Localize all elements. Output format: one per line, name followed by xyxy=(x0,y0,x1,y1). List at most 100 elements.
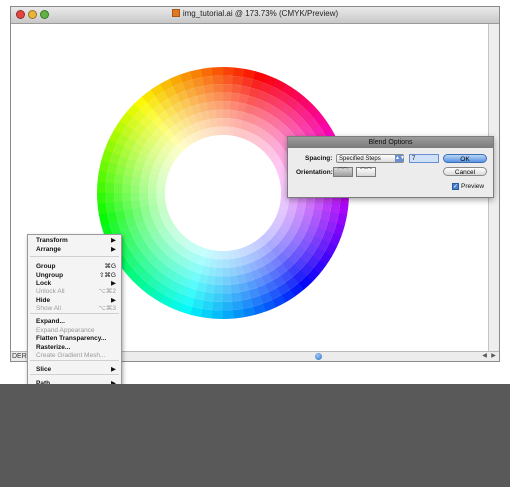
menu-item-shortcut: ⌘G xyxy=(104,263,116,270)
align-to-page-icon[interactable]: ⁀⁀ xyxy=(333,167,353,177)
window-title: img_tutorial.ai @ 173.73% (CMYK/Preview) xyxy=(11,9,499,18)
menu-item-slice[interactable]: Slice ▶ xyxy=(28,365,121,374)
color-wheel-segment xyxy=(208,109,217,120)
title-bar[interactable]: img_tutorial.ai @ 173.73% (CMYK/Preview) xyxy=(11,7,499,24)
color-wheel-segment xyxy=(215,267,223,277)
color-wheel-center xyxy=(165,135,281,251)
scroll-right-arrow-icon[interactable]: ▶ xyxy=(489,352,498,361)
footer-band xyxy=(0,384,510,487)
color-wheel-segment xyxy=(215,109,224,119)
menu-item-label: Unlock All xyxy=(36,288,65,295)
color-wheel-segment xyxy=(213,293,223,302)
menu-item-label: Slice xyxy=(36,366,52,373)
ok-button[interactable]: OK xyxy=(443,154,487,163)
color-wheel-segment xyxy=(222,310,234,319)
color-wheel-segment xyxy=(222,250,229,260)
color-wheel-segment xyxy=(223,67,235,76)
color-wheel-segment xyxy=(202,75,214,86)
window-title-text: img_tutorial.ai @ 173.73% (CMYK/Preview) xyxy=(182,9,339,18)
color-wheel-segment xyxy=(205,92,216,103)
color-wheel-segment xyxy=(229,275,239,285)
spacing-select[interactable]: Specified Steps ▲▼ xyxy=(336,154,405,163)
color-wheel-segment xyxy=(114,201,125,212)
menu-item-label: Group xyxy=(36,263,56,270)
color-wheel-segment xyxy=(207,101,217,111)
menu-separator xyxy=(30,256,119,257)
menu-item-create-gradient-mesh: Create Gradient Mesh... xyxy=(28,351,121,360)
color-wheel-segment xyxy=(231,291,242,302)
color-wheel-segment xyxy=(97,181,106,193)
document-icon xyxy=(171,9,180,17)
color-wheel-segment xyxy=(122,192,132,202)
color-wheel-segment xyxy=(217,126,224,136)
color-wheel-segment xyxy=(223,101,232,110)
color-wheel-segment xyxy=(213,84,224,93)
menu-item-label: Expand... xyxy=(36,318,65,325)
color-wheel-segment xyxy=(156,186,166,193)
color-wheel-segment xyxy=(223,84,233,93)
menu-separator xyxy=(30,374,119,375)
submenu-arrow-icon: ▶ xyxy=(111,237,116,244)
spacing-select-value: Specified Steps xyxy=(339,156,381,162)
menu-item-arrange[interactable]: Arrange ▶ xyxy=(28,245,121,254)
menu-item-unlock-all: Unlock All ⌥⌘2 xyxy=(28,287,121,296)
menu-item-group[interactable]: Group ⌘G xyxy=(28,262,121,271)
color-wheel-segment xyxy=(202,300,214,311)
color-wheel-segment xyxy=(201,67,214,78)
color-wheel-segment xyxy=(216,250,223,260)
menu-item-transform[interactable]: Transform ▶ xyxy=(28,236,121,245)
cancel-button[interactable]: Cancel xyxy=(443,167,487,176)
color-wheel-segment xyxy=(212,67,224,76)
menu-item-expand[interactable]: Expand... xyxy=(28,317,121,326)
color-wheel-segment xyxy=(122,183,132,193)
color-wheel-segment xyxy=(230,283,241,294)
color-wheel-segment xyxy=(232,308,245,319)
color-wheel-segment xyxy=(222,267,231,277)
color-wheel-segment xyxy=(330,202,341,214)
menu-item-label: Flatten Transparency... xyxy=(36,335,107,342)
color-wheel-segment xyxy=(222,293,233,302)
scroll-left-arrow-icon[interactable]: ◀ xyxy=(480,352,489,361)
color-wheel-segment xyxy=(222,259,230,268)
preview-label: Preview xyxy=(461,183,485,190)
menu-item-flatten-transparency[interactable]: Flatten Transparency... xyxy=(28,334,121,343)
color-wheel-segment xyxy=(204,84,215,95)
dialog-title: Blend Options xyxy=(288,137,493,148)
menu-item-label: Rasterize... xyxy=(36,344,71,351)
color-wheel-segment xyxy=(156,192,166,199)
color-wheel-segment xyxy=(139,192,149,201)
orientation-label: Orientation: xyxy=(296,169,333,176)
menu-item-label: Hide xyxy=(36,297,51,304)
menu-item-label: Lock xyxy=(36,280,52,287)
color-wheel-segment xyxy=(148,192,157,200)
color-wheel-segment xyxy=(122,200,133,211)
menu-item-label: Arrange xyxy=(36,246,61,253)
color-wheel-segment xyxy=(338,203,349,216)
menu-item-label: Create Gradient Mesh... xyxy=(36,352,106,359)
color-wheel-segment xyxy=(113,192,123,203)
color-wheel-segment xyxy=(97,192,106,204)
color-wheel-segment xyxy=(105,202,116,214)
color-wheel-segment xyxy=(139,199,150,208)
color-wheel-segment xyxy=(105,172,116,184)
color-wheel-segment xyxy=(222,284,232,294)
scrollbar-thumb[interactable] xyxy=(315,353,322,360)
color-wheel-segment xyxy=(223,109,231,119)
color-wheel-segment xyxy=(105,192,115,204)
menu-item-label: Ungroup xyxy=(36,272,64,279)
menu-item-show-all: Show All ⌥⌘3 xyxy=(28,304,121,313)
menu-item-label: Show All xyxy=(36,305,61,312)
steps-input[interactable]: 7 xyxy=(409,154,439,163)
color-wheel-segment xyxy=(97,170,108,183)
color-wheel-segment xyxy=(97,202,108,215)
color-wheel-segment xyxy=(222,301,234,311)
context-menu: Transform ▶ Arrange ▶ Group ⌘G Ungroup ⇧⌘G Lock ▶… xyxy=(27,234,122,399)
chevron-down-icon: ▲▼ xyxy=(395,155,405,162)
color-wheel-segment xyxy=(148,186,157,193)
color-wheel-segment xyxy=(211,310,223,319)
preview-checkbox[interactable]: ✓ xyxy=(452,183,459,190)
align-to-path-icon[interactable]: ⌒⌒ xyxy=(356,167,376,177)
color-wheel-segment xyxy=(222,276,232,285)
color-wheel-segment xyxy=(216,118,224,127)
color-wheel-segment xyxy=(131,199,141,209)
